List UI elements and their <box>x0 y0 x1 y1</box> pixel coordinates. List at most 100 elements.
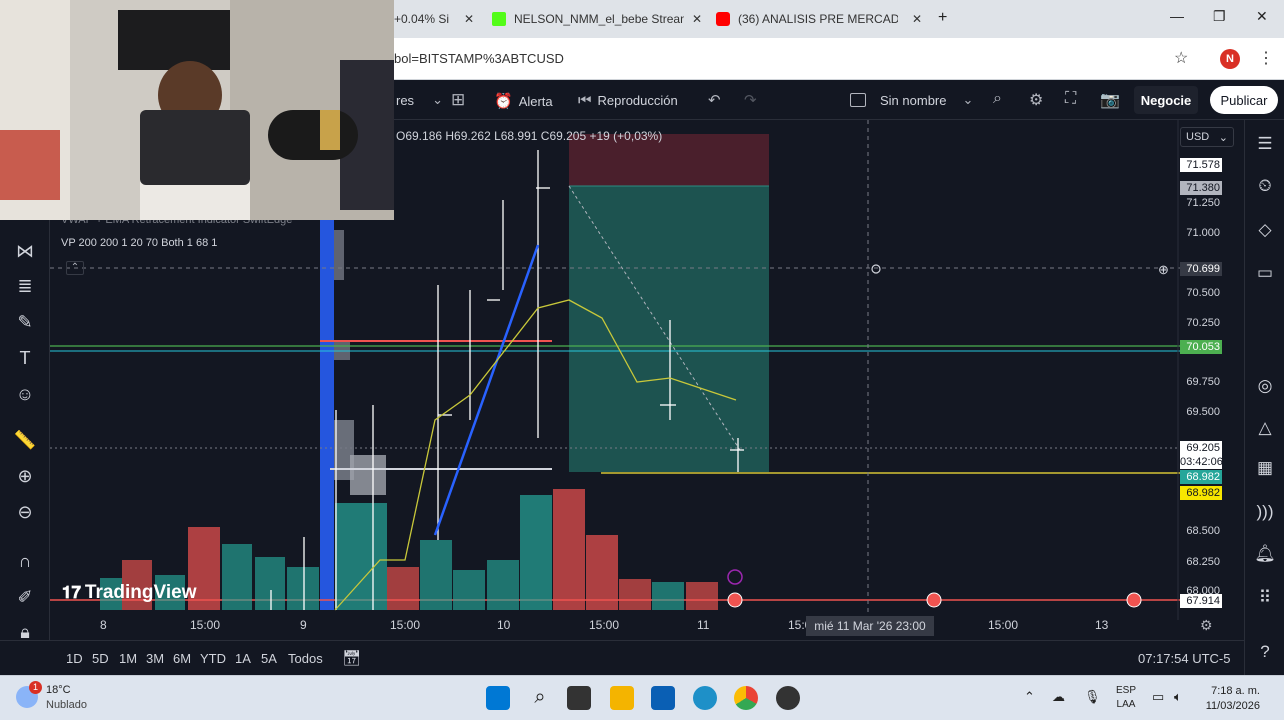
windows-taskbar: 1 18°C Nublado ⌕ ⌃ ☁ 🎙︎ ESP LAA ▭ 🔈︎ 7:1… <box>0 675 1284 720</box>
settings-gear-icon[interactable]: ⚙ <box>1200 617 1213 634</box>
chevron-down-icon: ⌄ <box>432 92 443 107</box>
timeframe-3m[interactable]: 3M <box>146 651 164 666</box>
help-icon[interactable]: ? <box>1253 640 1277 664</box>
bookmark-star-icon[interactable]: ☆ <box>1174 48 1188 68</box>
chevron-up-icon[interactable]: ⌃ <box>1024 689 1035 705</box>
fib-tool-icon[interactable]: ≣ <box>13 274 37 298</box>
undo-icon[interactable]: ↶ <box>708 91 727 109</box>
price-label-last: 69.205 <box>1180 441 1222 455</box>
system-clock[interactable]: 7:18 a. m. 11/03/2026 <box>1200 684 1260 714</box>
zoom-out-icon[interactable]: ⊖ <box>13 500 37 524</box>
timeframe-1a[interactable]: 1A <box>235 651 251 666</box>
timeframe-1m[interactable]: 1M <box>119 651 137 666</box>
notifications-bell-icon[interactable]: 🔔︎ <box>1253 542 1277 566</box>
templates-icon[interactable]: ⊞ <box>451 90 471 110</box>
restore-icon[interactable]: ❐ <box>1213 8 1226 25</box>
apps-grid-icon[interactable]: ⠿ <box>1253 586 1277 610</box>
camera-icon[interactable]: 📷 <box>1100 90 1126 110</box>
calendar-icon[interactable]: ▦ <box>1253 456 1277 480</box>
quick-search-icon[interactable]: ⌕ <box>993 90 1008 108</box>
volume-icon[interactable]: 🔈︎ <box>1174 689 1182 705</box>
date-range-icon[interactable]: 📅︎ <box>342 649 361 667</box>
fullscreen-icon[interactable]: ⛶ <box>1065 90 1082 108</box>
indicators-button[interactable]: res ⌄ <box>396 92 443 108</box>
redo-icon[interactable]: ↷ <box>744 91 763 109</box>
task-view-icon[interactable] <box>567 686 591 710</box>
timeframe-1d[interactable]: 1D <box>66 651 83 666</box>
ruler-icon[interactable]: 📏 <box>13 428 37 452</box>
collapse-legend-icon[interactable]: ⌃ <box>66 261 84 275</box>
replay-button[interactable]: ⏮ Reproducción <box>578 92 678 109</box>
time-tick: 8 <box>100 618 107 632</box>
text-tool-icon[interactable]: T <box>13 346 37 370</box>
layout-name: Sin nombre <box>880 92 947 108</box>
pattern-tool-icon[interactable]: ⋈ <box>13 239 37 263</box>
tab-kick-stream[interactable]: NELSON_NMM_el_bebe Stream ✕ <box>492 6 702 32</box>
profile-avatar[interactable]: N <box>1220 49 1240 69</box>
indicator-legend-2[interactable]: VP 200 200 1 20 70 Both 1 68 1 <box>61 237 217 249</box>
alerts-clock-icon[interactable]: ⏲ <box>1253 174 1277 198</box>
timeframe-6m[interactable]: 6M <box>173 651 191 666</box>
close-icon[interactable]: ✕ <box>464 12 474 26</box>
url-field[interactable]: bol=BITSTAMP%3ABTCUSD <box>394 51 564 66</box>
alarm-clock-icon: ⏰ <box>494 93 513 110</box>
publish-button[interactable]: Publicar <box>1210 86 1278 114</box>
chrome-icon[interactable] <box>734 686 758 710</box>
price-label-yellow: 68.982 <box>1180 486 1222 500</box>
store-icon[interactable] <box>651 686 675 710</box>
chevron-down-icon: ⌄ <box>1218 132 1228 144</box>
alert-label: Alerta <box>518 93 553 109</box>
minimize-icon[interactable]: — <box>1170 8 1184 24</box>
microphone-icon[interactable]: 🎙︎ <box>1084 689 1101 705</box>
clock-date: 11/03/2026 <box>1205 700 1260 712</box>
settings-gear-icon[interactable]: ⚙ <box>1029 90 1049 110</box>
timeframe-5d[interactable]: 5D <box>92 651 109 666</box>
target-icon[interactable]: ◎ <box>1253 374 1277 398</box>
close-window-icon[interactable]: ✕ <box>1256 8 1268 25</box>
obs-icon[interactable] <box>776 686 800 710</box>
brush-icon[interactable]: ✎ <box>13 310 37 334</box>
tab-youtube[interactable]: (36) ANALISIS PRE MERCADO D ✕ <box>716 6 922 32</box>
watchlist-icon[interactable]: ☰ <box>1253 132 1277 156</box>
weather-condition[interactable]: Nublado <box>46 699 87 711</box>
magnet-icon[interactable]: ∩ <box>13 549 37 573</box>
time-tick: 10 <box>497 618 511 632</box>
time-tick: 15:00 <box>988 618 1019 632</box>
tab-tradingview[interactable]: +0.04% Si ✕ <box>394 6 474 32</box>
currency-select[interactable]: USD ⌄ <box>1180 127 1234 147</box>
close-icon[interactable]: ✕ <box>692 12 702 26</box>
display-icon[interactable]: ▭ <box>1152 689 1164 705</box>
alert-button[interactable]: ⏰ Alerta <box>494 92 553 110</box>
language-indicator[interactable]: ESP LAA <box>1116 684 1136 712</box>
zoom-in-icon[interactable]: ⊕ <box>13 464 37 488</box>
windows-start-icon[interactable] <box>486 686 510 710</box>
new-tab-button[interactable]: + <box>938 9 947 27</box>
network-tray-icon[interactable]: ☁ <box>1052 689 1065 705</box>
more-menu-icon[interactable]: ⋮ <box>1258 48 1274 68</box>
timeframe-ytd[interactable]: YTD <box>200 651 226 666</box>
timeframe-all[interactable]: Todos <box>288 651 323 666</box>
trade-button[interactable]: Negocie <box>1134 86 1198 114</box>
chat-icon[interactable]: ▭ <box>1253 261 1277 285</box>
timeframe-5a[interactable]: 5A <box>261 651 277 666</box>
lock-drawings-icon[interactable]: ✐ <box>13 585 37 609</box>
add-alert-plus-icon[interactable]: ⊕ <box>1158 262 1169 278</box>
file-explorer-icon[interactable] <box>610 686 634 710</box>
chart-clock[interactable]: 07:17:54 UTC-5 <box>1138 651 1231 666</box>
take-profit-zone <box>569 186 769 472</box>
screen: +0.04% Si ✕ NELSON_NMM_el_bebe Stream ✕ … <box>0 0 1284 720</box>
weather-temperature[interactable]: 18°C <box>46 684 71 696</box>
ideas-icon[interactable]: △ <box>1253 416 1277 440</box>
close-icon[interactable]: ✕ <box>912 12 922 26</box>
layers-icon[interactable]: ◇ <box>1253 218 1277 242</box>
search-icon[interactable]: ⌕ <box>528 686 552 710</box>
signal-icon[interactable]: ))) <box>1253 500 1277 524</box>
right-sidebar: ☰ ⏲ ◇ ▭ ◎ △ ▦ ))) 🔔︎ ⠿ ? <box>1244 120 1284 675</box>
chevron-down-icon: ⌄ <box>962 92 974 107</box>
edge-icon[interactable] <box>693 686 717 710</box>
price-label-green-line: 70.053 <box>1180 340 1222 354</box>
layout-name-button[interactable]: Sin nombre ⌄ <box>850 92 973 108</box>
price-tick: 69.750 <box>1186 376 1220 388</box>
emoji-icon[interactable]: ☺ <box>13 382 37 406</box>
price-tick: 70.250 <box>1186 317 1220 329</box>
